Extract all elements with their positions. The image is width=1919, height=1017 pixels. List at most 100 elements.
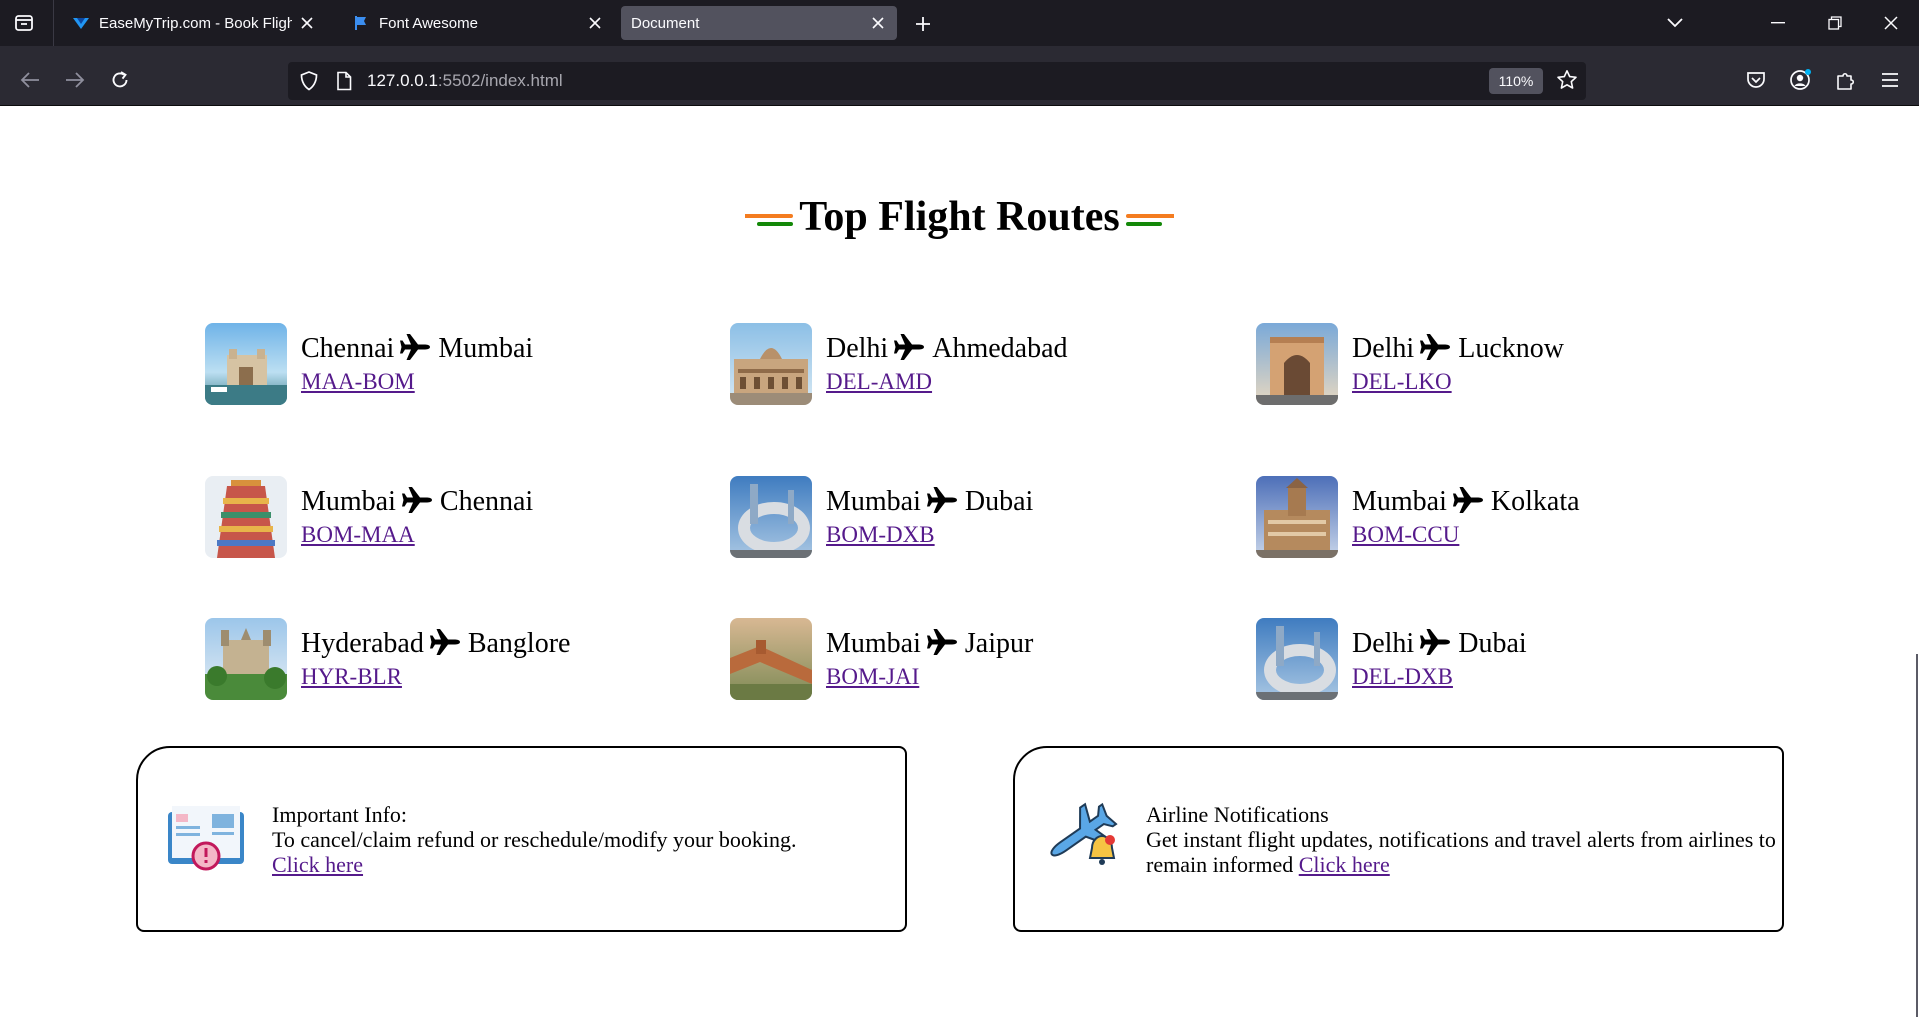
- route-code-link[interactable]: BOM-DXB: [826, 522, 1033, 548]
- plane-icon: [1420, 333, 1452, 369]
- route-from: Delhi: [1352, 333, 1415, 364]
- click-here-link[interactable]: Click here: [1299, 852, 1390, 877]
- route-card[interactable]: Mumbai Kolkata BOM-CCU: [1256, 476, 1580, 558]
- booking-book-icon: [164, 800, 248, 872]
- airline-notifications-text: Airline Notifications Get instant flight…: [1146, 802, 1778, 877]
- card-body: To cancel/claim refund or reschedule/mod…: [272, 827, 797, 852]
- plane-icon: [429, 628, 462, 664]
- route-from: Mumbai: [826, 486, 921, 517]
- bookmark-button[interactable]: [1551, 64, 1583, 96]
- route-code-link[interactable]: DEL-DXB: [1352, 664, 1527, 690]
- minimize-button[interactable]: [1758, 8, 1798, 38]
- forward-button[interactable]: [59, 64, 91, 96]
- close-icon[interactable]: [586, 14, 604, 32]
- pocket-button[interactable]: [1740, 64, 1772, 96]
- route-image-temple-gopuram: [205, 476, 287, 558]
- url-text[interactable]: 127.0.0.1:5502/index.html: [367, 70, 563, 92]
- menu-button[interactable]: [1874, 64, 1906, 96]
- route-card[interactable]: Hyderabad Banglore HYR-BLR: [205, 618, 570, 700]
- close-icon: [1884, 16, 1898, 30]
- route-to: Chennai: [439, 486, 534, 517]
- tricolor-dash-left-icon: [745, 214, 794, 227]
- zoom-indicator[interactable]: 110%: [1489, 68, 1543, 94]
- account-button[interactable]: [1785, 64, 1817, 96]
- route-card[interactable]: Mumbai Dubai BOM-DXB: [730, 476, 1033, 558]
- page-info-button[interactable]: [328, 65, 360, 97]
- vertical-scrollbar[interactable]: [1916, 654, 1918, 1017]
- route-card[interactable]: Mumbai Jaipur BOM-JAI: [730, 618, 1033, 700]
- route-to: Dubai: [1458, 628, 1527, 659]
- route-details: Mumbai Chennai BOM-MAA: [301, 486, 533, 548]
- important-info-text: Important Info: To cancel/claim refund o…: [272, 802, 852, 877]
- route-cities: Mumbai Dubai: [826, 486, 1033, 522]
- restore-icon: [1828, 16, 1842, 30]
- card-title: Important Info:: [272, 802, 408, 827]
- tab-title: Font Awesome: [379, 14, 478, 32]
- tab-font-awesome[interactable]: Font Awesome: [342, 6, 614, 40]
- plane-icon: [1420, 628, 1452, 664]
- plane-icon: [401, 486, 434, 522]
- route-to: Banglore: [467, 628, 571, 659]
- plus-icon: [916, 17, 930, 31]
- tracking-protection-button[interactable]: [293, 65, 325, 97]
- star-icon: [1557, 70, 1577, 89]
- route-from: Hyderabad: [301, 628, 424, 659]
- route-from: Mumbai: [1352, 486, 1447, 517]
- route-from: Delhi: [1352, 628, 1415, 659]
- close-window-button[interactable]: [1871, 8, 1911, 38]
- tab-strip: EaseMyTrip.com - Book Flights, Font Awes…: [0, 0, 1919, 46]
- extensions-button[interactable]: [1830, 64, 1862, 96]
- shield-icon: [300, 71, 318, 91]
- route-to: Ahmedabad: [932, 333, 1068, 364]
- heading-text: Top Flight Routes: [799, 194, 1120, 240]
- route-image-museum-of-future: [730, 476, 812, 558]
- tab-title: EaseMyTrip.com - Book Flights,: [99, 14, 292, 32]
- route-from: Mumbai: [301, 486, 396, 517]
- easemytrip-icon: [72, 14, 90, 32]
- plane-icon: [926, 628, 959, 664]
- route-details: Delhi Dubai DEL-DXB: [1352, 628, 1527, 690]
- route-image-museum-of-future: [1256, 618, 1338, 700]
- reload-button[interactable]: [104, 64, 136, 96]
- back-button[interactable]: [14, 64, 46, 96]
- route-card[interactable]: Delhi Dubai DEL-DXB: [1256, 618, 1527, 700]
- route-cities: Mumbai Chennai: [301, 486, 533, 522]
- route-code-link[interactable]: MAA-BOM: [301, 369, 533, 395]
- click-here-link[interactable]: Click here: [272, 852, 363, 877]
- route-image-rumi-darwaza: [1256, 323, 1338, 405]
- route-code-link[interactable]: BOM-MAA: [301, 522, 533, 548]
- route-cities: Delhi Lucknow: [1352, 333, 1564, 369]
- route-cities: Chennai Mumbai: [301, 333, 533, 369]
- route-image-gateway-of-india: [205, 323, 287, 405]
- close-icon[interactable]: [869, 14, 887, 32]
- reload-icon: [112, 71, 128, 88]
- tab-document[interactable]: Document: [621, 6, 897, 40]
- route-details: Mumbai Kolkata BOM-CCU: [1352, 486, 1580, 548]
- chevron-down-icon: [1667, 18, 1683, 28]
- restore-button[interactable]: [1815, 8, 1855, 38]
- tab-strip-separator: [53, 0, 54, 46]
- route-card[interactable]: Delhi Ahmedabad DEL-AMD: [730, 323, 1068, 405]
- firefox-view-button[interactable]: [6, 8, 42, 38]
- route-code-link[interactable]: DEL-LKO: [1352, 369, 1564, 395]
- route-to: Lucknow: [1458, 333, 1564, 364]
- route-image-bangalore-palace: [205, 618, 287, 700]
- route-code-link[interactable]: BOM-JAI: [826, 664, 1033, 690]
- page-icon: [337, 71, 352, 91]
- route-image-ahmedabad-building: [730, 323, 812, 405]
- route-code-link[interactable]: BOM-CCU: [1352, 522, 1580, 548]
- list-all-tabs-button[interactable]: [1655, 8, 1695, 38]
- route-code-link[interactable]: HYR-BLR: [301, 664, 570, 690]
- tab-easemytrip[interactable]: EaseMyTrip.com - Book Flights,: [62, 6, 326, 40]
- route-card[interactable]: Chennai Mumbai MAA-BOM: [205, 323, 533, 405]
- route-to: Jaipur: [964, 628, 1034, 659]
- close-icon[interactable]: [298, 14, 316, 32]
- route-code-link[interactable]: DEL-AMD: [826, 369, 1068, 395]
- tricolor-dash-right-icon: [1125, 214, 1174, 227]
- url-host: 127.0.0.1: [367, 71, 438, 90]
- route-to: Mumbai: [438, 333, 534, 364]
- route-card[interactable]: Mumbai Chennai BOM-MAA: [205, 476, 533, 558]
- route-card[interactable]: Delhi Lucknow DEL-LKO: [1256, 323, 1564, 405]
- plane-icon: [926, 486, 959, 522]
- new-tab-button[interactable]: [910, 11, 936, 37]
